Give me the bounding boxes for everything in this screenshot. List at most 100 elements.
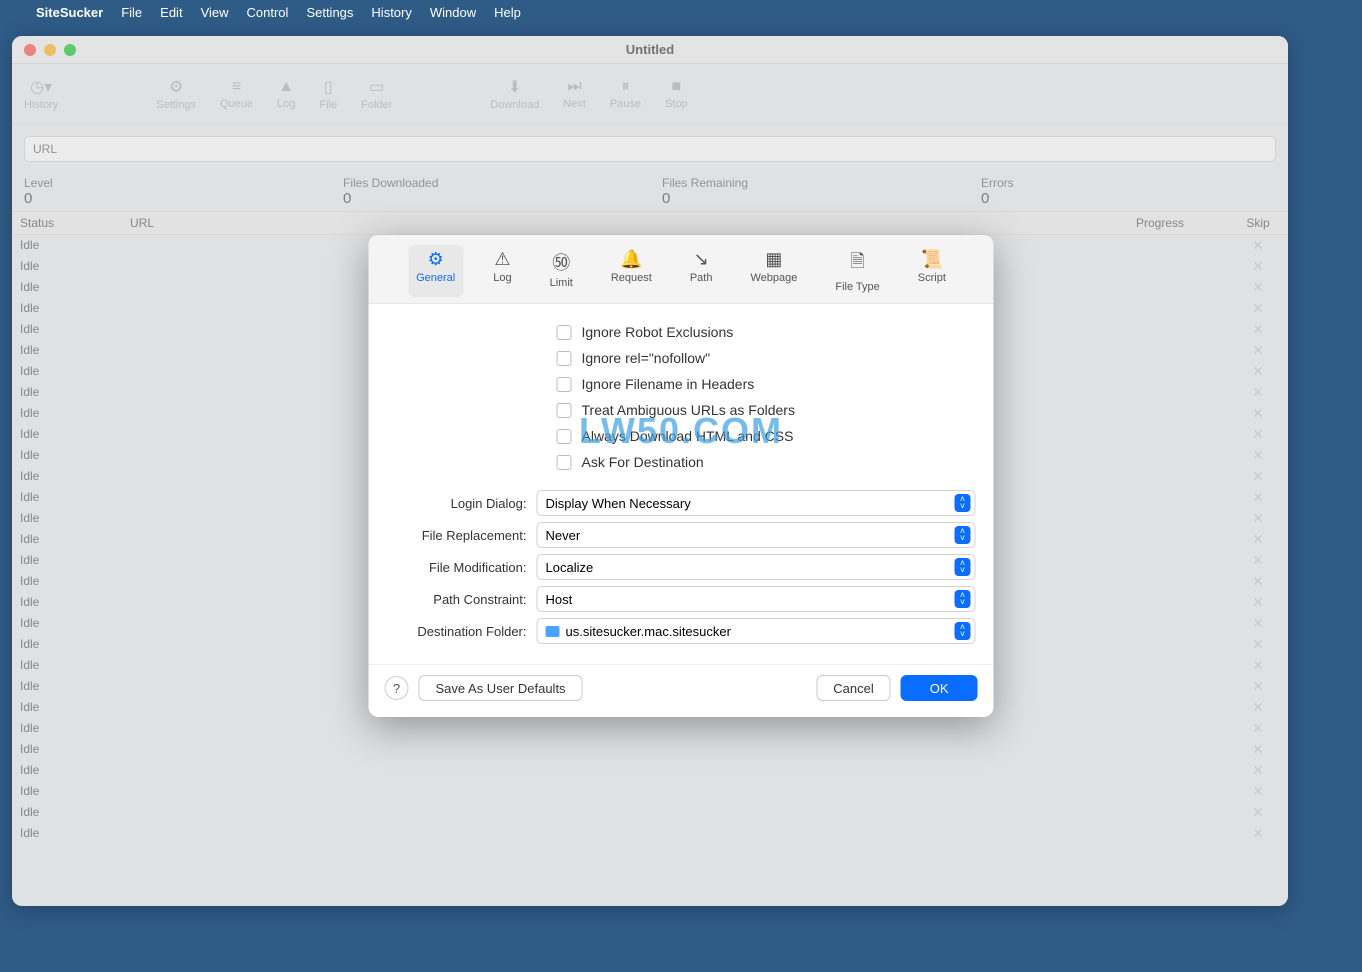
ambiguous-urls-label: Treat Ambiguous URLs as Folders <box>582 402 795 418</box>
row-status: Idle <box>12 488 122 506</box>
folder-button[interactable]: ▭Folder <box>361 77 392 111</box>
tab-log[interactable]: ⚠Log <box>485 245 519 297</box>
pause-button[interactable]: ⏸Pause <box>610 78 641 110</box>
row-status: Idle <box>12 551 122 569</box>
table-row: Idle✕ <box>12 718 1288 739</box>
help-button[interactable]: ? <box>385 676 409 700</box>
col-progress[interactable]: Progress <box>1128 212 1228 234</box>
skip-button[interactable]: ✕ <box>1228 781 1288 802</box>
skip-button[interactable]: ✕ <box>1228 592 1288 613</box>
ok-button[interactable]: OK <box>901 675 978 701</box>
menu-control[interactable]: Control <box>247 5 289 20</box>
menu-edit[interactable]: Edit <box>160 5 182 20</box>
ask-destination-label: Ask For Destination <box>582 454 704 470</box>
skip-button[interactable]: ✕ <box>1228 508 1288 529</box>
ignore-filename-label: Ignore Filename in Headers <box>582 376 755 392</box>
skip-button[interactable]: ✕ <box>1228 487 1288 508</box>
skip-button[interactable]: ✕ <box>1228 655 1288 676</box>
row-status: Idle <box>12 341 122 359</box>
row-status: Idle <box>12 404 122 422</box>
folder-icon: ▭ <box>369 77 384 97</box>
skip-button[interactable]: ✕ <box>1228 445 1288 466</box>
menu-history[interactable]: History <box>371 5 411 20</box>
tab-request[interactable]: 🔔Request <box>603 245 660 297</box>
menu-settings[interactable]: Settings <box>306 5 353 20</box>
tab-path[interactable]: ↘Path <box>682 245 721 297</box>
col-status[interactable]: Status <box>12 212 122 234</box>
stop-button[interactable]: ■Stop <box>665 78 688 110</box>
skip-button[interactable]: ✕ <box>1228 403 1288 424</box>
tab-limit[interactable]: ㊿Limit <box>542 245 581 297</box>
queue-button[interactable]: ≡Queue <box>220 78 253 110</box>
menu-help[interactable]: Help <box>494 5 521 20</box>
ignore-nofollow-checkbox[interactable] <box>557 351 572 366</box>
skip-button[interactable]: ✕ <box>1228 550 1288 571</box>
row-url <box>122 768 1128 772</box>
menu-view[interactable]: View <box>201 5 229 20</box>
skip-button[interactable]: ✕ <box>1228 340 1288 361</box>
row-progress <box>1128 705 1228 709</box>
next-button[interactable]: ⏭Next <box>563 78 586 110</box>
skip-button[interactable]: ✕ <box>1228 529 1288 550</box>
settings-button[interactable]: ⚙Settings <box>156 77 196 111</box>
skip-button[interactable]: ✕ <box>1228 361 1288 382</box>
tab-webpage[interactable]: ▦Webpage <box>742 245 805 297</box>
url-input[interactable] <box>24 136 1276 162</box>
file-icon: ▯ <box>324 77 333 97</box>
tab-filetype[interactable]: 🗎File Type <box>827 245 887 297</box>
chevron-updown-icon: ˄˅ <box>955 558 971 576</box>
tab-script[interactable]: 📜Script <box>910 245 954 297</box>
row-progress <box>1128 306 1228 310</box>
download-button[interactable]: ⬇Download <box>490 77 539 111</box>
skip-button[interactable]: ✕ <box>1228 613 1288 634</box>
skip-button[interactable]: ✕ <box>1228 424 1288 445</box>
skip-button[interactable]: ✕ <box>1228 823 1288 844</box>
skip-button[interactable]: ✕ <box>1228 382 1288 403</box>
col-skip[interactable]: Skip <box>1228 212 1288 234</box>
skip-button[interactable]: ✕ <box>1228 298 1288 319</box>
file-modification-select[interactable]: Localize˄˅ <box>537 554 976 580</box>
row-progress <box>1128 474 1228 478</box>
destination-folder-label: Destination Folder: <box>387 624 527 639</box>
menu-window[interactable]: Window <box>430 5 476 20</box>
menu-file[interactable]: File <box>121 5 142 20</box>
skip-button[interactable]: ✕ <box>1228 277 1288 298</box>
skip-button[interactable]: ✕ <box>1228 466 1288 487</box>
login-dialog-select[interactable]: Display When Necessary˄˅ <box>537 490 976 516</box>
cancel-button[interactable]: Cancel <box>816 675 890 701</box>
path-constraint-select[interactable]: Host˄˅ <box>537 586 976 612</box>
tab-general[interactable]: ⚙General <box>408 245 463 297</box>
skip-button[interactable]: ✕ <box>1228 235 1288 256</box>
skip-button[interactable]: ✕ <box>1228 319 1288 340</box>
ask-destination-checkbox[interactable] <box>557 455 572 470</box>
row-status: Idle <box>12 467 122 485</box>
skip-button[interactable]: ✕ <box>1228 571 1288 592</box>
chevron-updown-icon: ˄˅ <box>955 590 971 608</box>
skip-button[interactable]: ✕ <box>1228 256 1288 277</box>
row-progress <box>1128 831 1228 835</box>
skip-button[interactable]: ✕ <box>1228 676 1288 697</box>
row-status: Idle <box>12 425 122 443</box>
row-status: Idle <box>12 278 122 296</box>
always-download-checkbox[interactable] <box>557 429 572 444</box>
destination-folder-select[interactable]: us.sitesucker.mac.sitesucker˄˅ <box>537 618 976 644</box>
ignore-filename-checkbox[interactable] <box>557 377 572 392</box>
log-button[interactable]: ▲Log <box>277 78 295 110</box>
row-progress <box>1128 453 1228 457</box>
file-button[interactable]: ▯File <box>319 77 337 111</box>
save-defaults-button[interactable]: Save As User Defaults <box>419 675 583 701</box>
skip-button[interactable]: ✕ <box>1228 718 1288 739</box>
skip-button[interactable]: ✕ <box>1228 739 1288 760</box>
skip-button[interactable]: ✕ <box>1228 697 1288 718</box>
skip-button[interactable]: ✕ <box>1228 634 1288 655</box>
col-url[interactable]: URL <box>122 212 1128 234</box>
skip-button[interactable]: ✕ <box>1228 802 1288 823</box>
level-value: 0 <box>24 190 319 207</box>
history-button[interactable]: ◷▾History <box>24 77 58 111</box>
row-status: Idle <box>12 782 122 800</box>
ambiguous-urls-checkbox[interactable] <box>557 403 572 418</box>
skip-button[interactable]: ✕ <box>1228 760 1288 781</box>
file-replacement-select[interactable]: Never˄˅ <box>537 522 976 548</box>
app-menu[interactable]: SiteSucker <box>36 5 103 20</box>
ignore-robot-checkbox[interactable] <box>557 325 572 340</box>
